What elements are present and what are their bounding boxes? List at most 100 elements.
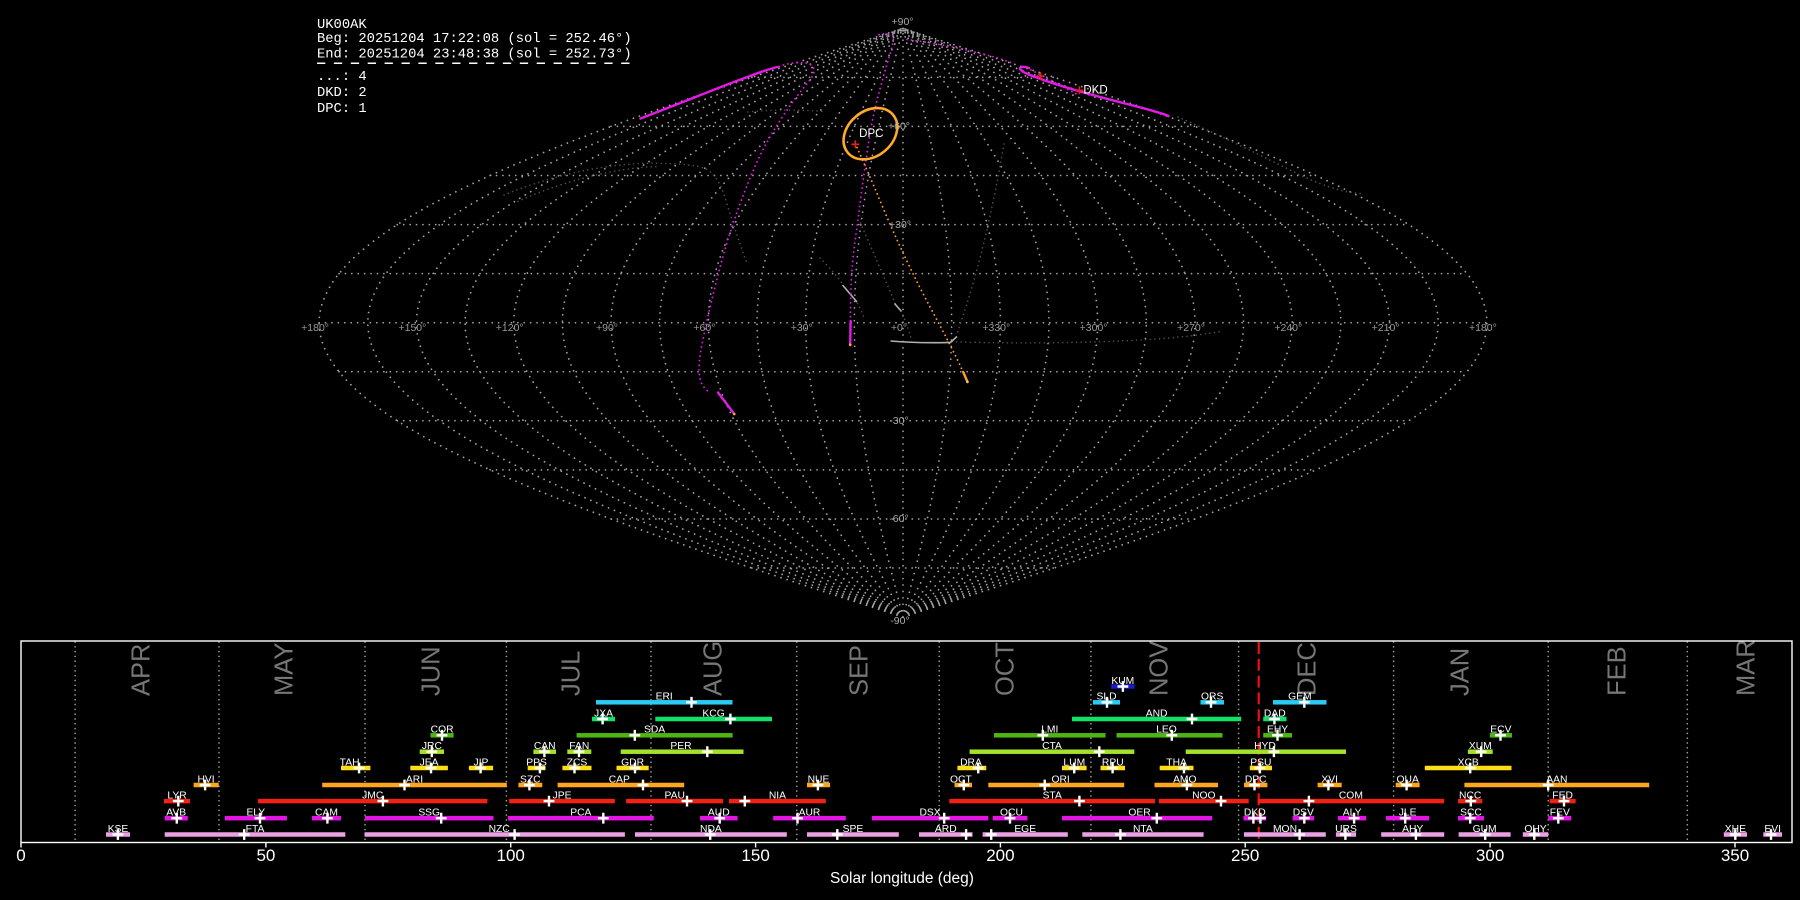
svg-text:AND: AND (1146, 708, 1168, 719)
svg-text:AMO: AMO (1173, 774, 1196, 785)
svg-text:-90°: -90° (890, 615, 909, 627)
svg-text:CAP: CAP (609, 774, 630, 785)
svg-text:SPE: SPE (843, 824, 864, 835)
svg-text:Beg: 20251204 17:22:08 (sol =: Beg: 20251204 17:22:08 (sol = 252.46°) (317, 31, 632, 47)
svg-text:STA: STA (1043, 791, 1062, 802)
svg-text:DPC: DPC (1245, 774, 1267, 785)
svg-text:JMC: JMC (362, 791, 384, 802)
svg-text:DKD: 2: DKD: 2 (317, 86, 367, 101)
svg-text:300: 300 (1476, 846, 1504, 865)
svg-text:FEV: FEV (1550, 808, 1570, 819)
svg-text:XVI: XVI (1321, 774, 1338, 785)
svg-text:+60°: +60° (693, 322, 715, 334)
svg-text:PPS: PPS (526, 757, 547, 768)
svg-text:...: 4: ...: 4 (317, 70, 367, 85)
svg-text:NOV: NOV (1145, 641, 1173, 696)
svg-text:-30°: -30° (889, 415, 908, 427)
svg-text:150: 150 (741, 846, 769, 865)
svg-text:OCT: OCT (991, 642, 1019, 696)
svg-text:JUL: JUL (557, 651, 585, 696)
svg-text:+90°: +90° (596, 322, 618, 334)
svg-text:100: 100 (497, 846, 525, 865)
svg-text:GEM: GEM (1288, 692, 1311, 703)
svg-text:DKD: DKD (1083, 85, 1107, 97)
svg-text:EGE: EGE (1014, 824, 1036, 835)
svg-text:NTA: NTA (1133, 824, 1153, 835)
svg-text:+150°: +150° (398, 322, 426, 334)
svg-text:ALY: ALY (1343, 808, 1362, 819)
svg-text:FED: FED (1552, 791, 1573, 802)
svg-text:JAN: JAN (1446, 648, 1474, 696)
svg-text:OHY: OHY (1524, 824, 1546, 835)
svg-text:50: 50 (256, 846, 275, 865)
svg-text:Solar longitude (deg): Solar longitude (deg) (830, 870, 974, 887)
svg-text:+120°: +120° (496, 322, 524, 334)
svg-text:NIA: NIA (769, 791, 786, 802)
svg-text:+90°: +90° (891, 16, 913, 28)
svg-text:DKD: DKD (1244, 808, 1266, 819)
svg-text:PER: PER (670, 741, 691, 752)
svg-text:OER: OER (1128, 808, 1150, 819)
svg-text:JPE: JPE (553, 791, 572, 802)
svg-text:APR: APR (127, 644, 155, 696)
svg-text:MON: MON (1273, 824, 1297, 835)
svg-text:UK00AK: UK00AK (317, 18, 367, 33)
svg-text:MAY: MAY (270, 643, 298, 696)
svg-text:+300°: +300° (1080, 322, 1108, 334)
svg-text:DSX: DSX (920, 808, 941, 819)
svg-text:+60°: +60° (888, 121, 910, 133)
svg-text:FEB: FEB (1603, 646, 1631, 696)
svg-text:SEP: SEP (845, 645, 873, 696)
svg-text:-60°: -60° (889, 513, 908, 525)
svg-text:AUR: AUR (799, 808, 821, 819)
svg-text:LEO: LEO (1156, 725, 1177, 736)
svg-text:+0°: +0° (891, 322, 907, 334)
svg-text:OCU: OCU (1000, 808, 1023, 819)
svg-text:PCA: PCA (570, 808, 591, 819)
svg-text:NZC: NZC (489, 824, 511, 835)
svg-text:DPC: 1: DPC: 1 (317, 102, 367, 117)
svg-text:ZCS: ZCS (567, 757, 588, 768)
svg-text:250: 250 (1231, 846, 1259, 865)
svg-text:ORS: ORS (1201, 692, 1223, 703)
svg-text:XCB: XCB (1458, 757, 1479, 768)
svg-text:PAU: PAU (664, 791, 684, 802)
svg-text:+240°: +240° (1274, 322, 1302, 334)
svg-text:0: 0 (16, 846, 25, 865)
svg-text:+180°: +180° (301, 322, 329, 334)
svg-text:TAH: TAH (340, 757, 360, 768)
svg-text:+210°: +210° (1372, 322, 1400, 334)
svg-text:ARI: ARI (406, 774, 423, 785)
svg-text:ARD: ARD (935, 824, 957, 835)
svg-text:ELY: ELY (246, 808, 265, 819)
svg-text:+30°: +30° (791, 322, 813, 334)
svg-text:HYD: HYD (1254, 741, 1276, 752)
svg-text:DEC: DEC (1293, 642, 1321, 696)
svg-text:+270°: +270° (1177, 322, 1205, 334)
svg-text:NOO: NOO (1192, 791, 1215, 802)
svg-text:200: 200 (986, 846, 1014, 865)
svg-text:LYR: LYR (167, 791, 186, 802)
svg-text:EVI: EVI (1764, 824, 1781, 835)
svg-text:AHY: AHY (1402, 824, 1423, 835)
svg-text:KCG: KCG (702, 708, 724, 719)
svg-text:SSG: SSG (418, 808, 440, 819)
svg-text:ERI: ERI (656, 692, 673, 703)
svg-text:COM: COM (1339, 791, 1363, 802)
svg-text:AUG: AUG (699, 641, 727, 696)
svg-text:DPC: DPC (859, 128, 883, 140)
svg-text:SDA: SDA (644, 725, 665, 736)
svg-text:350: 350 (1721, 846, 1749, 865)
svg-text:FTA: FTA (246, 824, 265, 835)
svg-text:+330°: +330° (982, 322, 1010, 334)
svg-text:ORI: ORI (1051, 774, 1069, 785)
svg-text:End: 20251204 23:48:38 (sol =: End: 20251204 23:48:38 (sol = 252.73°) (317, 47, 632, 63)
svg-text:MAR: MAR (1732, 639, 1760, 696)
svg-text:GDR: GDR (621, 757, 644, 768)
svg-text:JEA: JEA (420, 757, 439, 768)
svg-text:OCT: OCT (950, 774, 972, 785)
svg-text:+30°: +30° (889, 219, 911, 231)
svg-text:+180°: +180° (1469, 322, 1497, 334)
svg-text:CTA: CTA (1042, 741, 1062, 752)
svg-text:JLE: JLE (1399, 808, 1417, 819)
